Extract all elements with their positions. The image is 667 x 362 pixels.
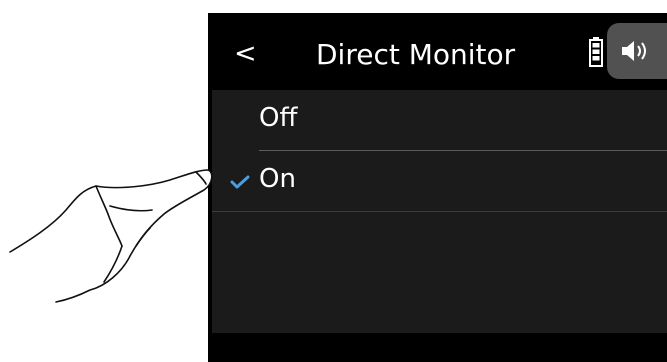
speaker-icon bbox=[622, 41, 646, 61]
option-label: On bbox=[259, 164, 296, 194]
direct-monitor-screen: < Direct Monitor Off On bbox=[212, 13, 667, 333]
instruction-illustration: < Direct Monitor Off On bbox=[0, 0, 667, 362]
battery-icon bbox=[589, 37, 603, 67]
option-on[interactable]: On bbox=[212, 151, 667, 211]
option-label: Off bbox=[259, 103, 298, 133]
speaker-button[interactable] bbox=[607, 23, 667, 79]
option-off[interactable]: Off bbox=[212, 90, 667, 150]
divider bbox=[212, 211, 667, 212]
pointing-hand-icon bbox=[9, 169, 213, 303]
device-display: < Direct Monitor Off On bbox=[208, 13, 667, 362]
page-title: Direct Monitor bbox=[316, 38, 516, 71]
title-bar: < Direct Monitor bbox=[212, 13, 667, 90]
